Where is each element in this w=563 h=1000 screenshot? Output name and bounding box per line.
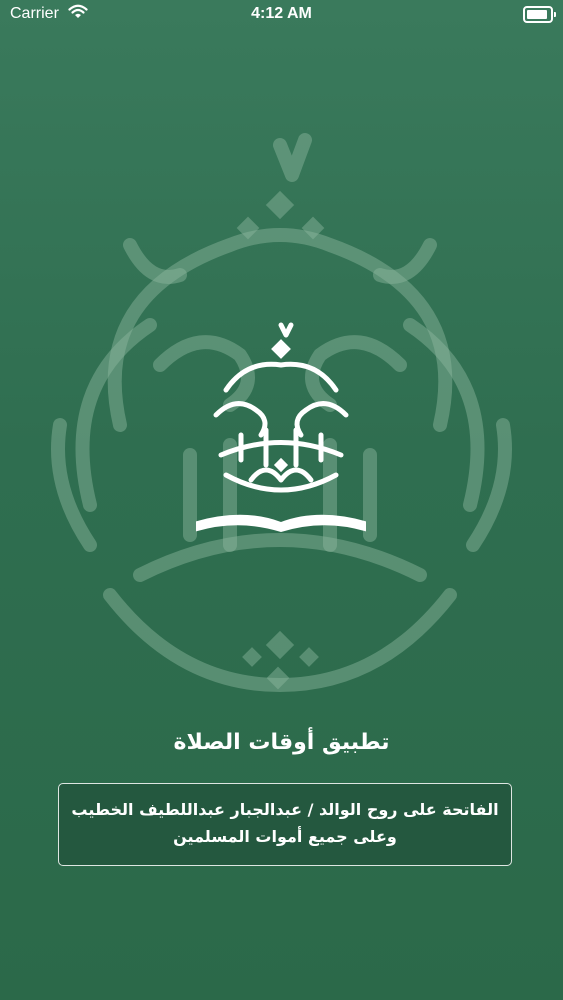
dedication-box: الفاتحة على روح الوالد / عبدالجبار عبدال… [58, 783, 512, 866]
battery-icon [523, 6, 556, 23]
quran-emblem-logo [196, 322, 366, 532]
dedication-line-1: الفاتحة على روح الوالد / عبدالجبار عبدال… [71, 800, 499, 819]
dedication-line-2: وعلى جميع أموات المسلمين [173, 827, 397, 846]
app-title: تطبيق أوقات الصلاة [173, 730, 390, 755]
status-bar: Carrier 4:12 AM [0, 0, 563, 30]
status-time: 4:12 AM [251, 5, 312, 22]
